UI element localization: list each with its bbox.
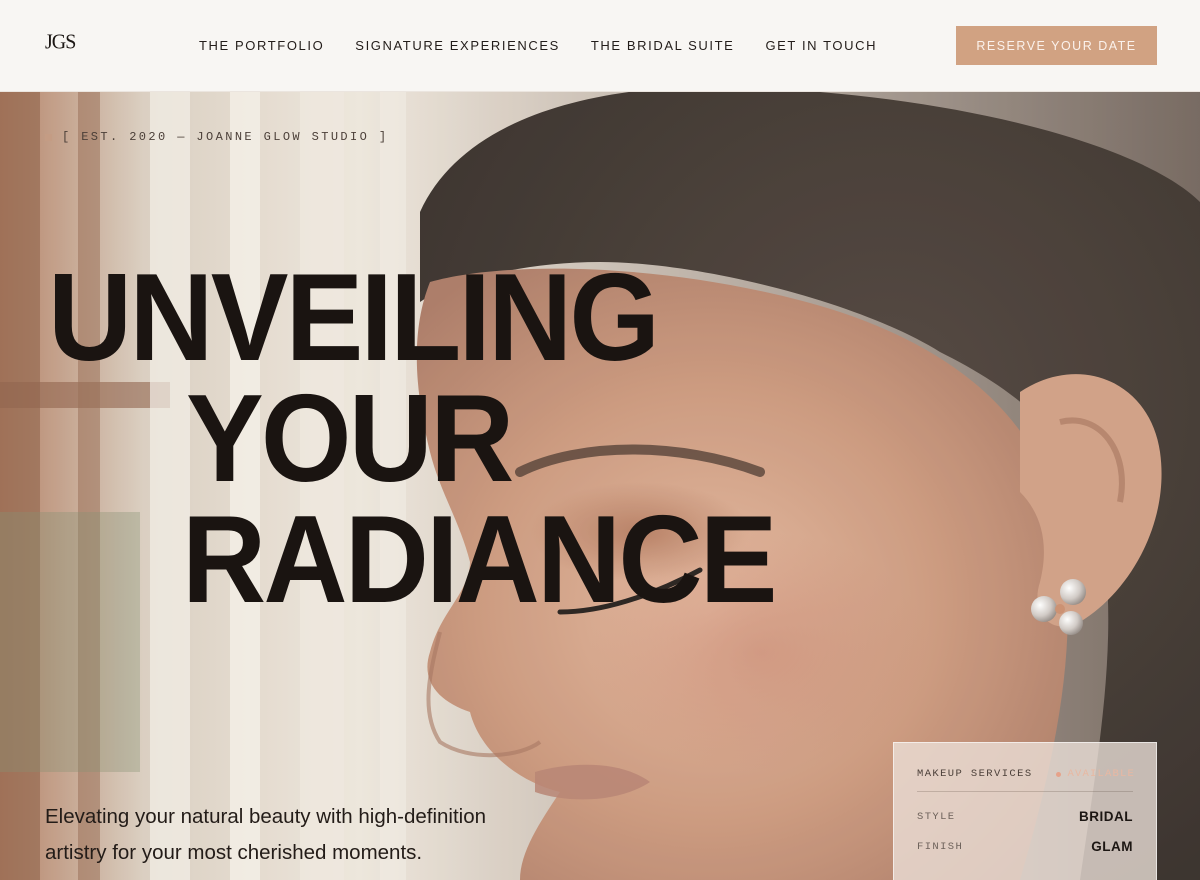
availability-text: AVAILABLE <box>1067 768 1135 780</box>
established-tag: [ EST. 2020 — JOANNE GLOW STUDIO ] <box>45 130 388 144</box>
hero-subtext-line-1: Elevating your natural beauty with high-… <box>45 805 487 828</box>
nav-link-bridal-suite[interactable]: THE BRIDAL SUITE <box>591 38 735 53</box>
hero-subtext-line-2: artistry for your most cherished moments… <box>45 841 423 864</box>
established-text: [ EST. 2020 — JOANNE GLOW STUDIO ] <box>62 130 389 144</box>
makeup-services-card: MAKEUP SERVICES AVAILABLE STYLE BRIDAL F… <box>893 742 1157 880</box>
main-nav: THE PORTFOLIO SIGNATURE EXPERIENCES THE … <box>199 38 877 53</box>
nav-link-get-in-touch[interactable]: GET IN TOUCH <box>765 38 877 53</box>
nav-link-portfolio[interactable]: THE PORTFOLIO <box>199 38 324 53</box>
hero-section: [ EST. 2020 — JOANNE GLOW STUDIO ] UNVEI… <box>0 92 1200 880</box>
finish-label: FINISH <box>917 840 964 853</box>
style-value: BRIDAL <box>1079 809 1133 824</box>
headline-line-3: RADIANCE <box>182 491 777 629</box>
nav-link-signature-experiences[interactable]: SIGNATURE EXPERIENCES <box>355 38 560 53</box>
square-bullet-icon <box>45 133 52 141</box>
card-title: MAKEUP SERVICES <box>917 768 1033 780</box>
headline-line-2: YOUR <box>186 370 514 508</box>
finish-value: GLAM <box>1091 839 1133 854</box>
card-header: MAKEUP SERVICES AVAILABLE <box>917 768 1135 792</box>
status-dot-icon <box>1056 771 1062 777</box>
hero-subtext: Elevating your natural beauty with high-… <box>45 799 565 871</box>
headline-line-1: UNVEILING <box>48 249 660 387</box>
card-row-style: STYLE BRIDAL <box>917 809 1133 824</box>
style-label: STYLE <box>917 810 956 823</box>
logo[interactable]: JGS <box>45 30 76 54</box>
reserve-date-button[interactable]: RESERVE YOUR DATE <box>956 26 1157 65</box>
card-row-finish: FINISH GLAM <box>917 839 1133 854</box>
availability-status: AVAILABLE <box>1056 768 1135 780</box>
site-header: JGS THE PORTFOLIO SIGNATURE EXPERIENCES … <box>0 0 1200 92</box>
